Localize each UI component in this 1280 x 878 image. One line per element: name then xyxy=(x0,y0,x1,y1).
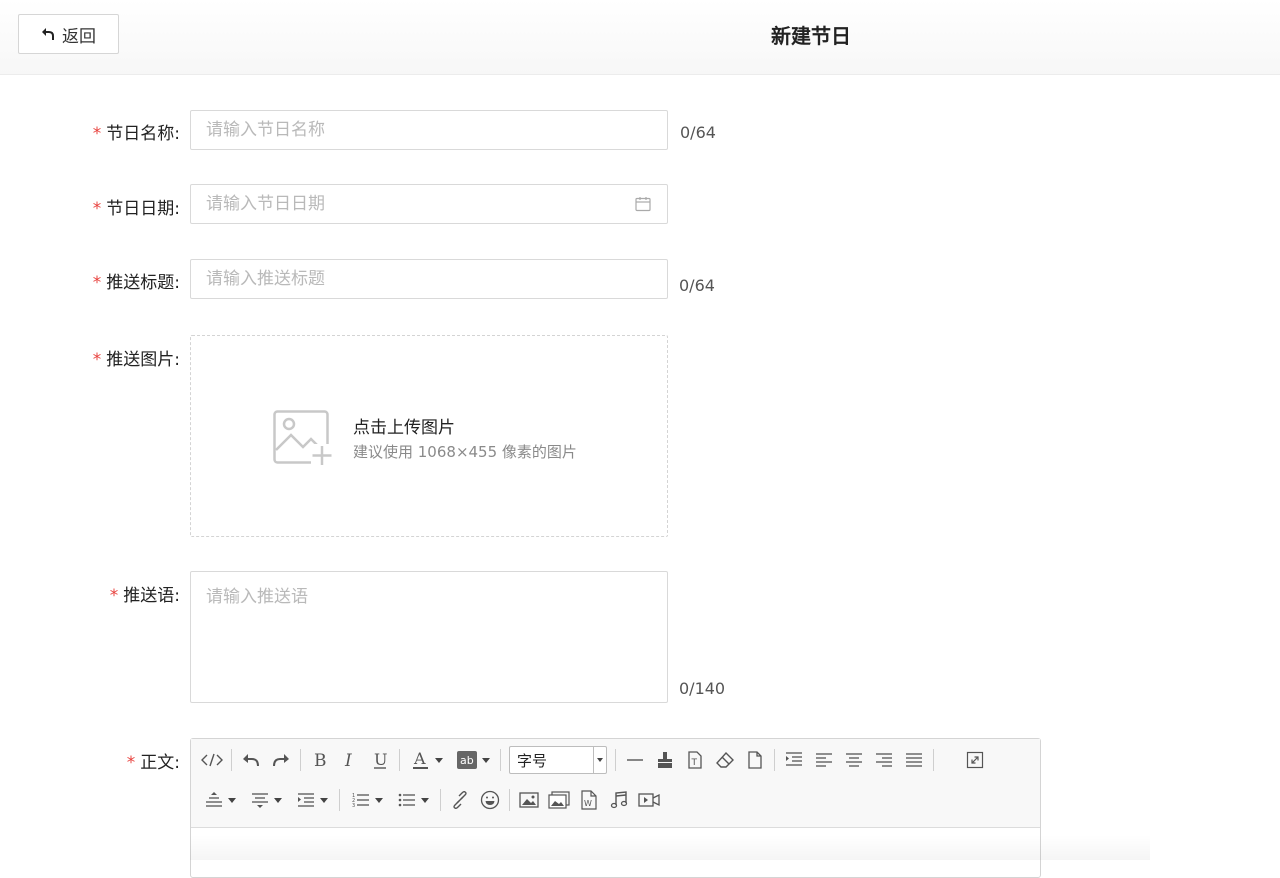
top-bar: 返回 新建节日 xyxy=(0,0,1280,75)
back-button[interactable]: 返回 xyxy=(18,14,119,54)
required-mark: * xyxy=(92,124,102,144)
italic-icon[interactable]: I xyxy=(335,746,365,774)
toolbar-separator xyxy=(500,749,501,771)
holiday-name-input[interactable] xyxy=(206,120,652,140)
toolbar-row-2: 123 W xyxy=(197,784,664,816)
editor-content-area[interactable] xyxy=(191,828,1040,878)
push-text-field[interactable] xyxy=(190,571,668,703)
chevron-down-icon xyxy=(593,747,606,773)
paragraph-spacing-icon[interactable] xyxy=(243,786,289,814)
push-title-counter: 0/64 xyxy=(679,276,715,295)
font-size-select[interactable]: 字号 xyxy=(509,746,607,774)
redo-icon[interactable] xyxy=(266,746,296,774)
undo-icon[interactable] xyxy=(236,746,266,774)
svg-text:T: T xyxy=(691,758,698,768)
upload-hint: 建议使用 1068×455 像素的图片 xyxy=(353,443,577,461)
required-mark: * xyxy=(92,273,102,293)
svg-text:ab: ab xyxy=(460,754,474,767)
image-upload-area[interactable]: 点击上传图片 建议使用 1068×455 像素的图片 xyxy=(190,335,668,537)
format-painter-icon[interactable] xyxy=(650,746,680,774)
align-center-icon[interactable] xyxy=(839,746,869,774)
toolbar-separator xyxy=(774,749,775,771)
svg-text:U: U xyxy=(374,751,387,769)
toolbar-separator xyxy=(231,749,232,771)
page-title: 新建节日 xyxy=(771,24,851,48)
emoji-icon[interactable] xyxy=(475,786,505,814)
push-image-label-text: 推送图片: xyxy=(106,350,180,370)
video-icon[interactable] xyxy=(634,786,664,814)
align-justify-icon[interactable] xyxy=(899,746,929,774)
background-color-icon[interactable]: ab xyxy=(450,746,496,774)
eraser-icon[interactable] xyxy=(710,746,740,774)
align-left-icon[interactable] xyxy=(809,746,839,774)
toolbar-separator xyxy=(300,749,301,771)
new-page-icon[interactable] xyxy=(740,746,770,774)
image-icon[interactable] xyxy=(514,786,544,814)
required-mark: * xyxy=(92,350,102,370)
source-code-icon[interactable] xyxy=(197,746,227,774)
push-text-label: * 推送语: xyxy=(110,581,180,606)
underline-icon[interactable]: U xyxy=(365,746,395,774)
back-button-label: 返回 xyxy=(62,26,96,47)
toolbar-separator xyxy=(933,749,934,771)
required-mark: * xyxy=(126,753,136,773)
calendar-icon[interactable] xyxy=(634,195,652,213)
bold-icon[interactable]: B xyxy=(305,746,335,774)
align-right-icon[interactable] xyxy=(869,746,899,774)
toolbar-separator xyxy=(615,749,616,771)
required-mark: * xyxy=(92,199,102,219)
link-icon[interactable] xyxy=(445,786,475,814)
indent-dropdown-icon[interactable] xyxy=(289,786,335,814)
fullscreen-icon[interactable] xyxy=(960,746,990,774)
required-mark: * xyxy=(109,586,119,606)
editor-toolbar: B I U A ab 字号 T 1 2 3 W xyxy=(191,739,1040,828)
holiday-date-field[interactable] xyxy=(190,184,668,224)
holiday-name-field[interactable] xyxy=(190,110,668,150)
push-title-label-text: 推送标题: xyxy=(106,273,180,293)
toolbar-row-1: B I U A ab 字号 T xyxy=(197,744,990,776)
font-color-icon[interactable]: A xyxy=(404,746,450,774)
indent-icon[interactable] xyxy=(779,746,809,774)
multi-image-icon[interactable] xyxy=(544,786,574,814)
svg-text:A: A xyxy=(413,750,426,768)
holiday-name-label: * 节日名称: xyxy=(93,119,180,144)
rich-text-editor: B I U A ab 字号 T 1 2 3 W xyxy=(190,738,1041,878)
music-icon[interactable] xyxy=(604,786,634,814)
toolbar-separator xyxy=(399,749,400,771)
ordered-list-icon[interactable]: 123 xyxy=(344,786,390,814)
body-label-text: 正文: xyxy=(140,753,180,773)
text-box-icon[interactable]: T xyxy=(680,746,710,774)
holiday-date-label: * 节日日期: xyxy=(93,194,180,219)
upload-title: 点击上传图片 xyxy=(353,418,455,438)
font-size-label: 字号 xyxy=(517,751,548,770)
back-arrow-icon xyxy=(42,28,54,40)
push-title-field[interactable] xyxy=(190,259,668,299)
toolbar-separator xyxy=(440,789,441,811)
holiday-name-label-text: 节日名称: xyxy=(106,124,180,144)
horizontal-rule-icon[interactable] xyxy=(620,746,650,774)
line-height-icon[interactable] xyxy=(197,786,243,814)
body-label: * 正文: xyxy=(127,748,180,773)
push-title-input[interactable] xyxy=(206,269,652,289)
holiday-date-label-text: 节日日期: xyxy=(106,199,180,219)
push-text-input[interactable] xyxy=(206,582,652,692)
holiday-name-counter: 0/64 xyxy=(680,123,716,142)
svg-text:I: I xyxy=(344,751,352,769)
toolbar-separator xyxy=(339,789,340,811)
push-image-label: * 推送图片: xyxy=(93,345,180,370)
holiday-date-input[interactable] xyxy=(206,194,634,214)
svg-text:3: 3 xyxy=(352,803,355,808)
toolbar-separator xyxy=(509,789,510,811)
word-icon[interactable]: W xyxy=(574,786,604,814)
svg-text:B: B xyxy=(314,751,327,769)
push-title-label: * 推送标题: xyxy=(93,268,180,293)
push-text-label-text: 推送语: xyxy=(123,586,180,606)
unordered-list-icon[interactable] xyxy=(390,786,436,814)
svg-text:W: W xyxy=(584,799,592,808)
push-text-counter: 0/140 xyxy=(679,679,726,698)
add-image-icon xyxy=(273,410,333,466)
